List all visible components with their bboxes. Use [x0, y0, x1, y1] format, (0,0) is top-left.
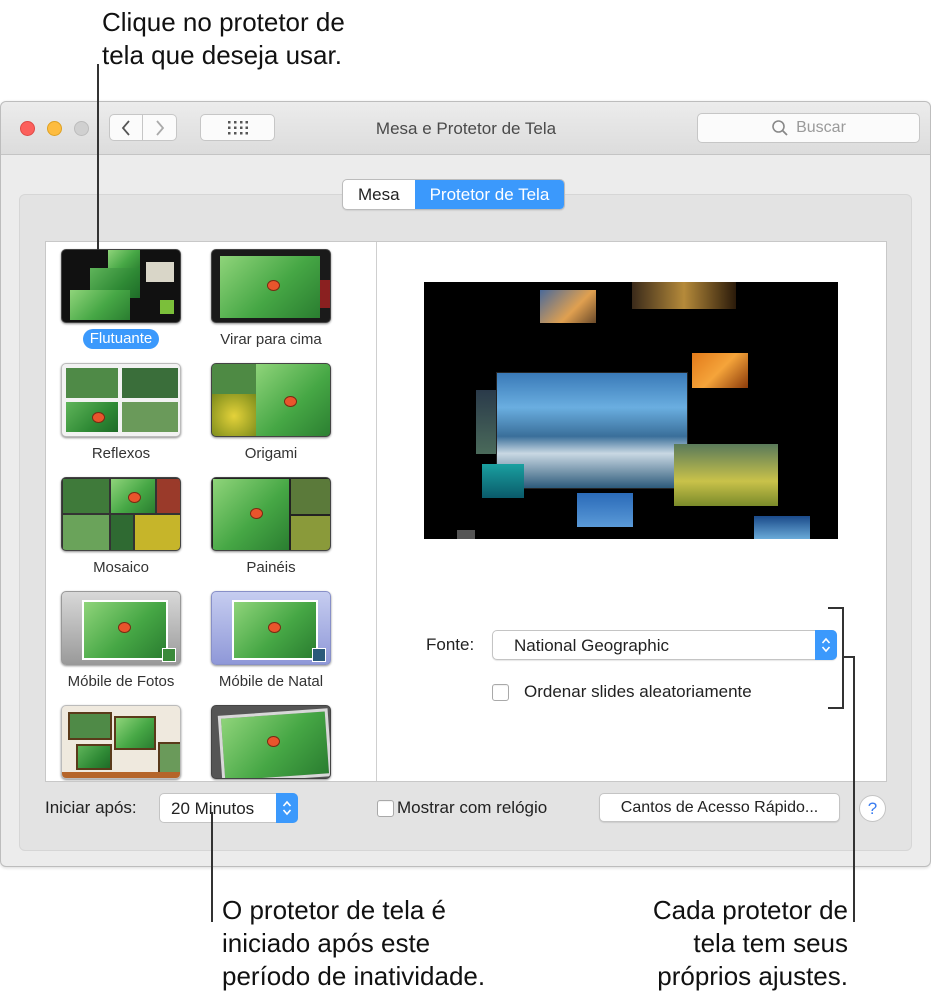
- screensaver-thumbnail: [211, 249, 331, 323]
- hot-corners-button[interactable]: Cantos de Acesso Rápido...: [599, 793, 840, 822]
- bracket-vertical: [842, 607, 844, 709]
- callout-line: iniciado após este: [222, 928, 431, 958]
- screensaver-item-mobile-de-natal[interactable]: Móbile de Natal: [206, 591, 336, 693]
- source-select[interactable]: National Geographic: [492, 630, 837, 660]
- title-bar: Mesa e Protetor de Tela Buscar: [1, 102, 930, 155]
- preferences-window: Mesa e Protetor de Tela Buscar Mesa Prot…: [0, 101, 931, 867]
- callout-line: tela tem seus: [693, 928, 848, 958]
- screensaver-label: Móbile de Natal: [218, 673, 324, 690]
- callout-line-top: [97, 64, 99, 250]
- grid-icon: [227, 120, 248, 134]
- search-placeholder: Buscar: [796, 119, 846, 136]
- screensaver-thumbnail: [211, 363, 331, 437]
- bracket-bottom: [828, 707, 843, 709]
- callout-line: O protetor de tela é: [222, 895, 447, 925]
- show-clock-option[interactable]: Mostrar com relógio: [377, 798, 547, 818]
- screensaver-label: Móbile de Fotos: [67, 673, 175, 690]
- callout-line: Cada protetor de: [652, 895, 848, 925]
- screensaver-thumbnail: [211, 591, 331, 665]
- source-label: Fonte:: [426, 635, 475, 654]
- shuffle-label: Ordenar slides aleatoriamente: [524, 682, 752, 701]
- screensaver-thumbnail: [211, 477, 331, 551]
- screensaver-label: Painéis: [246, 559, 296, 576]
- screensaver-item-mosaico[interactable]: Mosaico: [56, 477, 186, 579]
- screensaver-label: Mosaico: [93, 559, 149, 576]
- show-clock-label: Mostrar com relógio: [397, 798, 548, 817]
- selected-label: Flutuante: [82, 329, 160, 349]
- back-button[interactable]: [109, 114, 143, 141]
- window-title: Mesa e Protetor de Tela: [375, 119, 557, 138]
- tab-mesa[interactable]: Mesa: [343, 180, 415, 209]
- select-arrows-icon: [276, 793, 298, 823]
- screensaver-item-virar-para-cima[interactable]: Virar para cima: [206, 249, 336, 351]
- minimize-window-button[interactable]: [47, 121, 62, 136]
- close-window-button[interactable]: [20, 121, 35, 136]
- show-all-button[interactable]: [200, 114, 275, 141]
- callout-line-bottom-left: [211, 812, 213, 922]
- screensaver-thumbnail: [61, 363, 181, 437]
- callout-choose-screensaver: Clique no protetor de tela que deseja us…: [102, 6, 422, 72]
- screensaver-item-mobile-de-fotos[interactable]: Móbile de Fotos: [56, 591, 186, 693]
- screensaver-preview: [424, 282, 838, 539]
- search-field[interactable]: Buscar: [697, 113, 920, 143]
- screensaver-content: Flutuante Virar para cima Reflexos Origa…: [45, 241, 887, 782]
- chevron-right-icon: [155, 119, 164, 136]
- screensaver-item-reflexos[interactable]: Reflexos: [56, 363, 186, 465]
- show-clock-checkbox[interactable]: [377, 799, 394, 817]
- callout-line-bottom-right: [853, 656, 855, 922]
- screensaver-thumbnail: [61, 477, 181, 551]
- search-icon: [772, 120, 788, 136]
- screensaver-thumbnail: [61, 705, 181, 779]
- callout-line: tela que deseja usar.: [102, 40, 342, 70]
- start-after-select[interactable]: 20 Minutos: [159, 793, 298, 823]
- screensaver-label: Virar para cima: [220, 331, 322, 348]
- shuffle-option[interactable]: Ordenar slides aleatoriamente: [492, 682, 752, 702]
- chevron-left-icon: [121, 119, 130, 136]
- tab-protetor-de-tela[interactable]: Protetor de Tela: [414, 180, 565, 209]
- callout-line: Clique no protetor de: [102, 7, 345, 37]
- forward-button[interactable]: [143, 114, 177, 141]
- screensaver-item-origami[interactable]: Origami: [206, 363, 336, 465]
- select-arrows-icon: [815, 630, 837, 660]
- screensaver-list[interactable]: Flutuante Virar para cima Reflexos Origa…: [46, 242, 377, 781]
- shuffle-checkbox[interactable]: [492, 683, 509, 701]
- zoom-window-button[interactable]: [74, 121, 89, 136]
- screensaver-thumbnail: [211, 705, 331, 779]
- screensaver-label: Flutuante: [56, 329, 186, 349]
- screensaver-label: Reflexos: [91, 445, 151, 462]
- screensaver-item-parede[interactable]: [56, 705, 186, 779]
- source-value: National Geographic: [514, 636, 669, 655]
- start-after-label: Iniciar após:: [45, 798, 137, 817]
- screensaver-label: Origami: [244, 445, 298, 462]
- callout-line: próprios ajustes.: [657, 961, 848, 991]
- tab-control: Mesa Protetor de Tela: [342, 179, 566, 210]
- callout-start-after: O protetor de tela é iniciado após este …: [222, 894, 522, 993]
- callout-own-settings: Cada protetor de tela tem seus próprios …: [598, 894, 848, 993]
- screensaver-item-paineis[interactable]: Painéis: [206, 477, 336, 579]
- screensaver-item-flutuante[interactable]: Flutuante: [56, 249, 186, 349]
- callout-line: período de inatividade.: [222, 961, 486, 991]
- screensaver-thumbnail: [61, 249, 181, 323]
- bracket-top: [828, 607, 843, 609]
- help-button[interactable]: ?: [859, 795, 886, 822]
- screensaver-item-estudio[interactable]: [206, 705, 336, 779]
- bracket-connector: [843, 656, 855, 658]
- screensaver-thumbnail: [61, 591, 181, 665]
